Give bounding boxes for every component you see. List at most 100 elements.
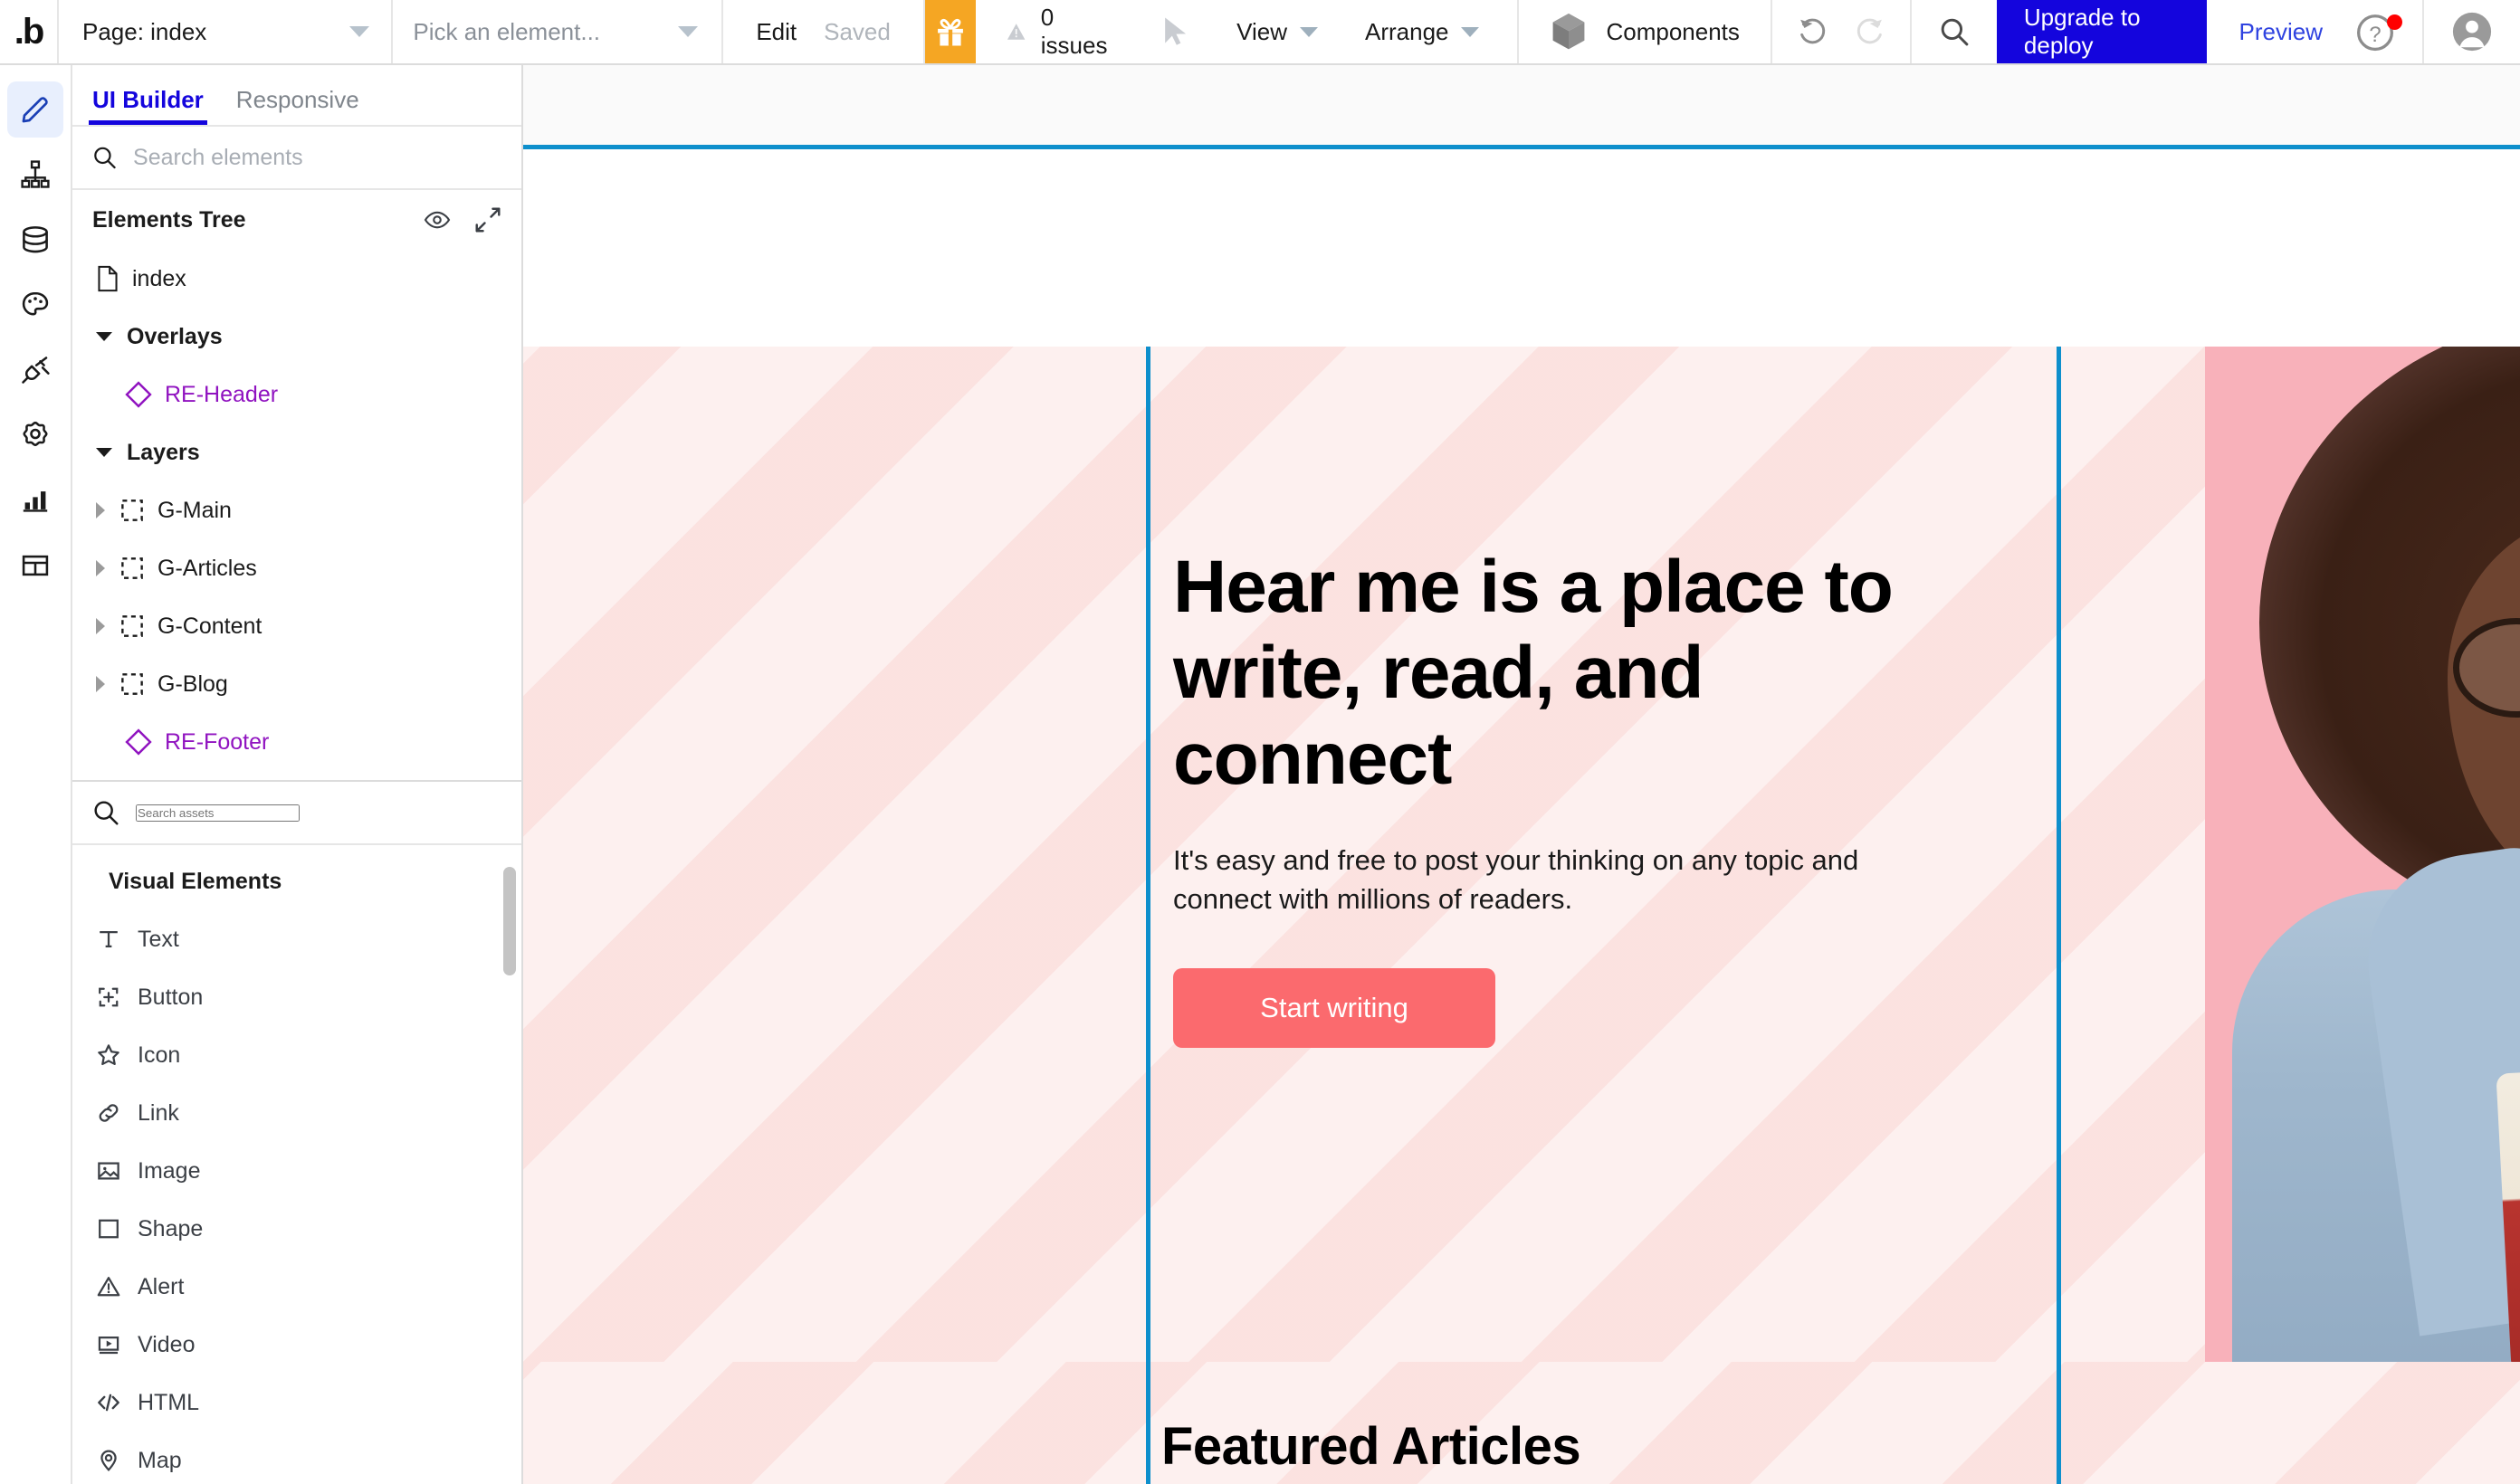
help-button[interactable]: ? — [2355, 0, 2424, 63]
tree-group-layers[interactable]: Layers — [72, 423, 521, 481]
help-notification-dot — [2386, 14, 2402, 30]
undo-icon[interactable] — [1798, 16, 1828, 47]
edit-button[interactable]: Edit — [756, 18, 797, 46]
tree-item-g-content[interactable]: G-Content — [72, 597, 521, 655]
tree-item-index-label: index — [132, 265, 186, 291]
asset-item-image[interactable]: Image — [72, 1142, 521, 1200]
design-canvas[interactable]: Hear me is a place to write, read, and c… — [523, 65, 2520, 1484]
asset-item-html[interactable]: HTML — [72, 1374, 521, 1432]
tree-item-g-content-label: G-Content — [158, 613, 262, 639]
asset-item-link[interactable]: Link — [72, 1084, 521, 1142]
diamond-icon — [125, 728, 152, 756]
hero-section[interactable]: Hear me is a place to write, read, and c… — [523, 347, 2520, 1362]
asset-item-map[interactable]: Map — [72, 1432, 521, 1484]
start-writing-button[interactable]: Start writing — [1173, 967, 1495, 1048]
eye-icon[interactable] — [424, 208, 451, 232]
canvas-header-area[interactable] — [523, 149, 2520, 347]
featured-articles-heading[interactable]: Featured Articles — [523, 1362, 2520, 1477]
page-icon — [98, 265, 118, 292]
arrange-menu[interactable]: Arrange — [1341, 0, 1503, 63]
tree-item-re-footer[interactable]: RE-Footer — [72, 713, 521, 771]
tree-item-index[interactable]: index — [72, 250, 521, 308]
tree-item-re-header[interactable]: RE-Header — [72, 366, 521, 423]
dashed-box-icon — [121, 615, 143, 637]
asset-item-shape[interactable]: Shape — [72, 1200, 521, 1258]
rail-item-workflow[interactable] — [7, 147, 63, 203]
dashed-box-icon — [121, 499, 143, 521]
b-logo-icon: .b — [14, 12, 45, 52]
palette-icon — [22, 291, 49, 316]
hero-text-block: Hear me is a place to write, read, and c… — [1150, 347, 2210, 1362]
chevron-down-icon — [349, 26, 370, 37]
hero-left-guide-line — [1146, 347, 1150, 1362]
page-selector[interactable]: Page: index — [59, 0, 394, 63]
tree-group-overlays[interactable]: Overlays — [72, 308, 521, 366]
canvas-top-gutter — [523, 65, 2520, 145]
components-label: Components — [1606, 17, 1740, 45]
tab-ui-builder[interactable]: UI Builder — [89, 86, 207, 125]
asset-item-map-label: Map — [138, 1447, 182, 1473]
tree-item-g-main[interactable]: G-Main — [72, 481, 521, 539]
pencil-icon — [22, 97, 48, 123]
chevron-right-icon[interactable] — [96, 560, 105, 576]
alert-triangle-icon — [97, 1277, 120, 1297]
elements-tree: index Overlays RE-Header Layers G-Main G… — [72, 250, 521, 780]
chevron-right-icon[interactable] — [96, 502, 105, 518]
featured-articles-section[interactable]: Featured Articles — [523, 1362, 2520, 1484]
select-tool-button[interactable] — [1139, 0, 1213, 63]
global-search-button[interactable] — [1912, 0, 1997, 63]
tree-item-g-articles-label: G-Articles — [158, 555, 257, 581]
upgrade-to-deploy-button[interactable]: Upgrade to deploy — [1996, 0, 2207, 63]
asset-item-video[interactable]: Video — [72, 1316, 521, 1374]
view-menu[interactable]: View — [1213, 0, 1341, 63]
asset-item-button[interactable]: Button — [72, 968, 521, 1026]
arrange-menu-label: Arrange — [1364, 17, 1449, 45]
tree-item-re-header-label: RE-Header — [165, 381, 279, 407]
preview-button[interactable]: Preview — [2207, 0, 2355, 63]
rail-item-data[interactable] — [7, 212, 63, 268]
tree-item-g-blog[interactable]: G-Blog — [72, 655, 521, 713]
rail-item-settings[interactable] — [7, 407, 63, 463]
rail-item-styles[interactable] — [7, 277, 63, 333]
search-icon — [94, 801, 119, 825]
text-t-icon — [100, 931, 118, 947]
user-avatar[interactable] — [2424, 0, 2520, 63]
search-elements-input[interactable] — [133, 144, 501, 171]
chevron-down-icon — [96, 448, 112, 457]
chevron-right-icon[interactable] — [96, 618, 105, 634]
element-picker[interactable]: Pick an element... — [393, 0, 724, 63]
bar-chart-icon — [23, 491, 48, 512]
tree-group-layers-label: Layers — [127, 439, 200, 465]
app-logo[interactable]: .b — [0, 0, 59, 63]
rail-item-logs[interactable] — [7, 472, 63, 528]
asset-item-video-label: Video — [138, 1331, 196, 1357]
plug-icon — [22, 357, 50, 384]
search-assets-input[interactable] — [136, 804, 300, 822]
redo-icon[interactable] — [1854, 16, 1885, 47]
issues-button[interactable]: 0 issues — [976, 0, 1139, 63]
asset-item-alert[interactable]: Alert — [72, 1258, 521, 1316]
rail-item-layout[interactable] — [7, 537, 63, 594]
asset-item-icon[interactable]: Icon — [72, 1026, 521, 1084]
hero-heading[interactable]: Hear me is a place to write, read, and c… — [1173, 544, 1897, 802]
gear-icon — [23, 421, 48, 447]
rail-item-design[interactable] — [7, 81, 63, 138]
asset-group-visual-elements[interactable]: Visual Elements — [72, 852, 521, 910]
tab-responsive[interactable]: Responsive — [233, 86, 363, 125]
hero-subheading[interactable]: It's easy and free to post your thinking… — [1173, 842, 1861, 919]
components-button[interactable]: Components — [1517, 0, 1772, 63]
history-group — [1772, 0, 1912, 63]
top-toolbar: .b Page: index Pick an element... Edit S… — [0, 0, 2520, 65]
gift-button[interactable] — [924, 0, 977, 63]
expand-arrows-icon[interactable] — [474, 206, 501, 233]
sitemap-icon — [21, 160, 50, 188]
assets-scrollbar[interactable] — [503, 867, 516, 975]
svg-text:?: ? — [2369, 23, 2381, 47]
star-icon — [98, 1044, 119, 1066]
asset-item-text[interactable]: Text — [72, 910, 521, 968]
chevron-right-icon[interactable] — [96, 676, 105, 692]
hero-photo[interactable] — [2205, 347, 2520, 1362]
tab-ui-builder-label: UI Builder — [92, 86, 204, 113]
rail-item-plugins[interactable] — [7, 342, 63, 398]
tree-item-g-articles[interactable]: G-Articles — [72, 539, 521, 597]
